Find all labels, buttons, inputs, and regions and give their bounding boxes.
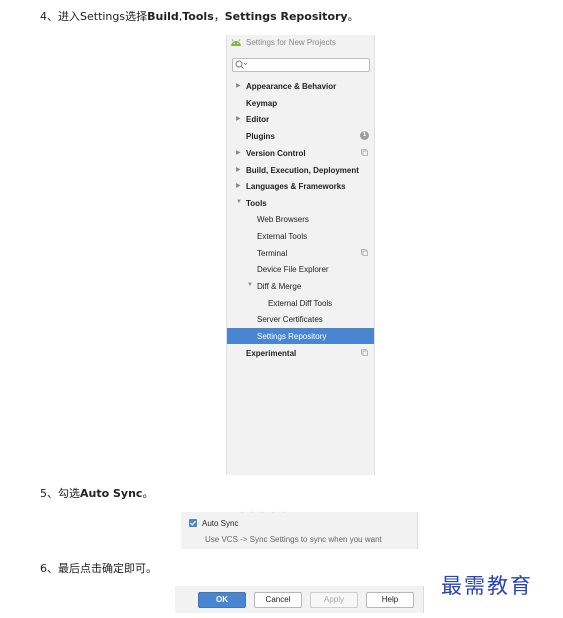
tree-item-appearance-behavior[interactable]: ▶ Appearance & Behavior [227,78,374,94]
tree-item-tools[interactable]: ▼ Tools [227,195,374,211]
settings-tree-panel: Settings for New Projects ▶ Appearance &… [226,35,375,475]
plugins-update-badge: 1 [360,131,369,140]
expand-arrow-icon[interactable]: ▶ [236,166,241,173]
tree-item-external-diff-tools[interactable]: External Diff Tools [227,295,374,311]
ok-button[interactable]: OK [198,592,246,608]
step-4-instruction: 4、进入Settings选择Build,Tools，Settings Repos… [40,10,359,23]
collapse-arrow-icon[interactable]: ▼ [236,199,242,205]
tree-item-version-control[interactable]: ▶ Version Control [227,145,374,161]
settings-title: Settings for New Projects [246,38,336,47]
tree-item-server-certificates[interactable]: Server Certificates [227,311,374,327]
tree-item-experimental[interactable]: Experimental [227,345,374,361]
project-scope-icon [361,149,368,156]
tree-item-plugins[interactable]: Plugins 1 [227,128,374,144]
checkmark-icon [190,520,197,526]
tree-item-diff-merge[interactable]: ▼ Diff & Merge [227,278,374,294]
auto-sync-checkbox[interactable] [189,519,197,527]
tree-item-languages-frameworks[interactable]: ▶ Languages & Frameworks [227,178,374,194]
auto-sync-description: Use VCS -> Sync Settings to sync when yo… [205,535,382,544]
collapse-arrow-icon[interactable]: ▼ [247,282,253,288]
android-icon [231,39,241,46]
auto-sync-label[interactable]: Auto Sync [202,519,238,528]
truncated-content-dots: · · · · · [241,509,288,516]
settings-titlebar: Settings for New Projects [227,35,374,51]
search-icon [235,60,247,69]
step-5-instruction: 5、勾选Auto Sync。 [40,487,154,500]
tree-item-build-execution-deployment[interactable]: ▶ Build, Execution, Deployment [227,162,374,178]
help-button[interactable]: Help [366,592,414,608]
tree-item-editor[interactable]: ▶ Editor [227,111,374,127]
tree-item-keymap[interactable]: Keymap [227,95,374,111]
project-scope-icon [361,249,368,256]
cancel-button[interactable]: Cancel [254,592,302,608]
tree-item-web-browsers[interactable]: Web Browsers [227,211,374,227]
dialog-button-bar: OK Cancel Apply Help [175,586,424,613]
tree-item-settings-repository[interactable]: Settings Repository [227,328,374,344]
tree-item-terminal[interactable]: Terminal [227,245,374,261]
auto-sync-panel: · · · · · Auto Sync Use VCS -> Sync Sett… [181,509,418,549]
step-6-instruction: 6、最后点击确定即可。 [40,562,157,575]
settings-search-input[interactable] [232,58,370,72]
expand-arrow-icon[interactable]: ▶ [236,82,241,89]
project-scope-icon [361,349,368,356]
apply-button[interactable]: Apply [310,592,358,608]
tree-item-external-tools[interactable]: External Tools [227,228,374,244]
watermark-logo-text: 最需教育 [441,574,533,598]
tree-item-device-file-explorer[interactable]: Device File Explorer [227,261,374,277]
expand-arrow-icon[interactable]: ▶ [236,182,241,189]
expand-arrow-icon[interactable]: ▶ [236,115,241,122]
expand-arrow-icon[interactable]: ▶ [236,149,241,156]
